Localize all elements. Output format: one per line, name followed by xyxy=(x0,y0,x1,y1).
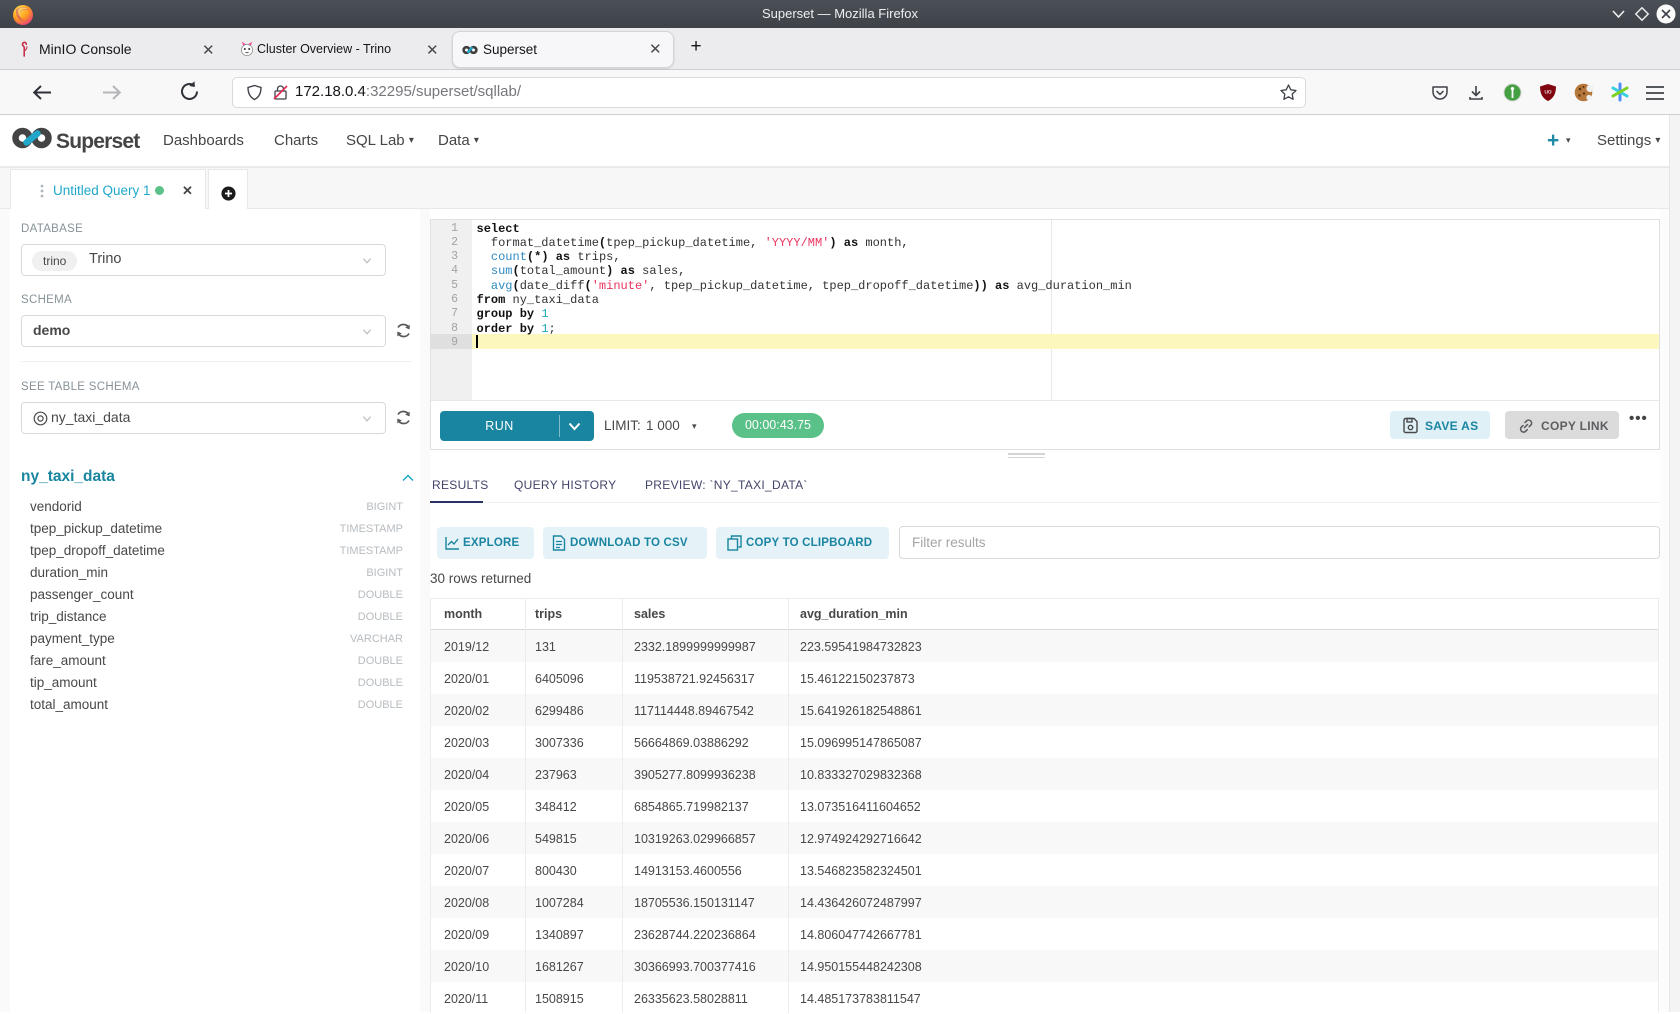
svg-text:uo: uo xyxy=(1544,89,1552,96)
